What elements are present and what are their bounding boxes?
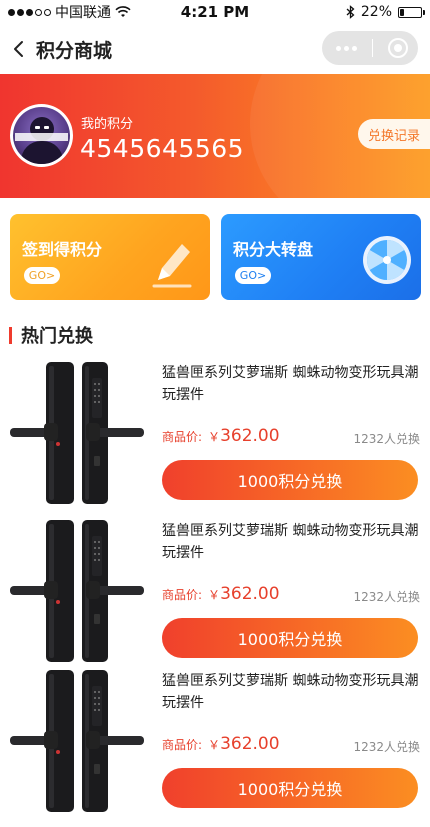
currency-symbol: ￥	[208, 738, 221, 752]
battery-icon	[398, 6, 425, 18]
exchange-history-button[interactable]: 兑换记录	[358, 119, 430, 149]
smart-lock-image	[10, 670, 144, 812]
avatar[interactable]	[10, 104, 73, 167]
exchange-count: 1232人兑换	[353, 740, 420, 754]
smart-lock-image	[10, 362, 144, 504]
product-price: 362.00	[220, 734, 280, 754]
product-price: 362.00	[220, 584, 280, 604]
currency-symbol: ￥	[208, 588, 221, 602]
smart-lock-image	[10, 520, 144, 662]
capsule-divider	[372, 39, 373, 57]
status-bar: 中国联通 4:21 PM 22%	[0, 0, 430, 24]
product-name[interactable]: 猛兽匣系列艾萝瑞斯 蜘蛛动物变形玩具潮玩摆件	[162, 520, 426, 564]
redeem-button[interactable]: 1000积分兑换	[162, 618, 418, 658]
checkin-card-title: 签到得积分	[22, 240, 103, 259]
nav-bar: 积分商城	[0, 24, 430, 74]
avatar-image	[13, 107, 70, 164]
product-item[interactable]: 猛兽匣系列艾萝瑞斯 蜘蛛动物变形玩具潮玩摆件 商品价: ￥ 362.00 123…	[0, 666, 430, 816]
price-row: 商品价: ￥ 362.00	[162, 734, 280, 754]
product-name[interactable]: 猛兽匣系列艾萝瑞斯 蜘蛛动物变形玩具潮玩摆件	[162, 362, 426, 406]
status-right: 22%	[346, 4, 425, 20]
exchange-count: 1232人兑换	[353, 432, 420, 446]
hot-exchange-header: 热门兑换	[0, 320, 430, 350]
exchange-count: 1232人兑换	[353, 590, 420, 604]
page-title: 积分商城	[36, 39, 113, 62]
battery-fill	[400, 8, 404, 16]
price-row: 商品价: ￥ 362.00	[162, 584, 280, 604]
checkin-go-button[interactable]: GO>	[24, 267, 60, 284]
points-value: 4545645565	[80, 134, 245, 163]
back-button[interactable]	[4, 24, 34, 74]
checkin-points-card[interactable]: 签到得积分 GO>	[10, 214, 210, 300]
lucky-wheel-card[interactable]: 积分大转盘 GO>	[221, 214, 421, 300]
signal-dots-icon	[8, 8, 51, 16]
section-accent-bar	[9, 326, 12, 344]
points-banner: 我的积分 4545645565 兑换记录	[0, 74, 430, 198]
product-item[interactable]: 猛兽匣系列艾萝瑞斯 蜘蛛动物变形玩具潮玩摆件 商品价: ￥ 362.00 123…	[0, 358, 430, 508]
wheel-go-button[interactable]: GO>	[235, 267, 271, 284]
status-left: 中国联通	[8, 2, 131, 22]
mini-program-capsule	[322, 31, 418, 65]
redeem-button[interactable]: 1000积分兑换	[162, 460, 418, 500]
product-name[interactable]: 猛兽匣系列艾萝瑞斯 蜘蛛动物变形玩具潮玩摆件	[162, 670, 426, 714]
price-label: 商品价:	[162, 738, 203, 752]
bluetooth-icon	[346, 5, 355, 19]
product-item[interactable]: 猛兽匣系列艾萝瑞斯 蜘蛛动物变形玩具潮玩摆件 商品价: ￥ 362.00 123…	[0, 516, 430, 666]
wifi-icon	[115, 6, 131, 17]
points-label: 我的积分	[81, 117, 134, 132]
close-target-icon[interactable]	[388, 38, 408, 58]
price-label: 商品价:	[162, 588, 203, 602]
wheel-card-title: 积分大转盘	[233, 240, 314, 259]
section-title: 热门兑换	[21, 326, 93, 347]
price-row: 商品价: ￥ 362.00	[162, 426, 280, 446]
currency-symbol: ￥	[208, 430, 221, 444]
product-price: 362.00	[220, 426, 280, 446]
chevron-left-icon	[14, 41, 23, 57]
pencil-icon	[152, 244, 192, 288]
more-dots-icon[interactable]	[336, 45, 357, 51]
price-label: 商品价:	[162, 430, 203, 444]
battery-percent: 22%	[360, 4, 392, 20]
wheel-icon	[363, 236, 411, 284]
carrier-label: 中国联通	[55, 5, 111, 21]
redeem-button[interactable]: 1000积分兑换	[162, 768, 418, 808]
